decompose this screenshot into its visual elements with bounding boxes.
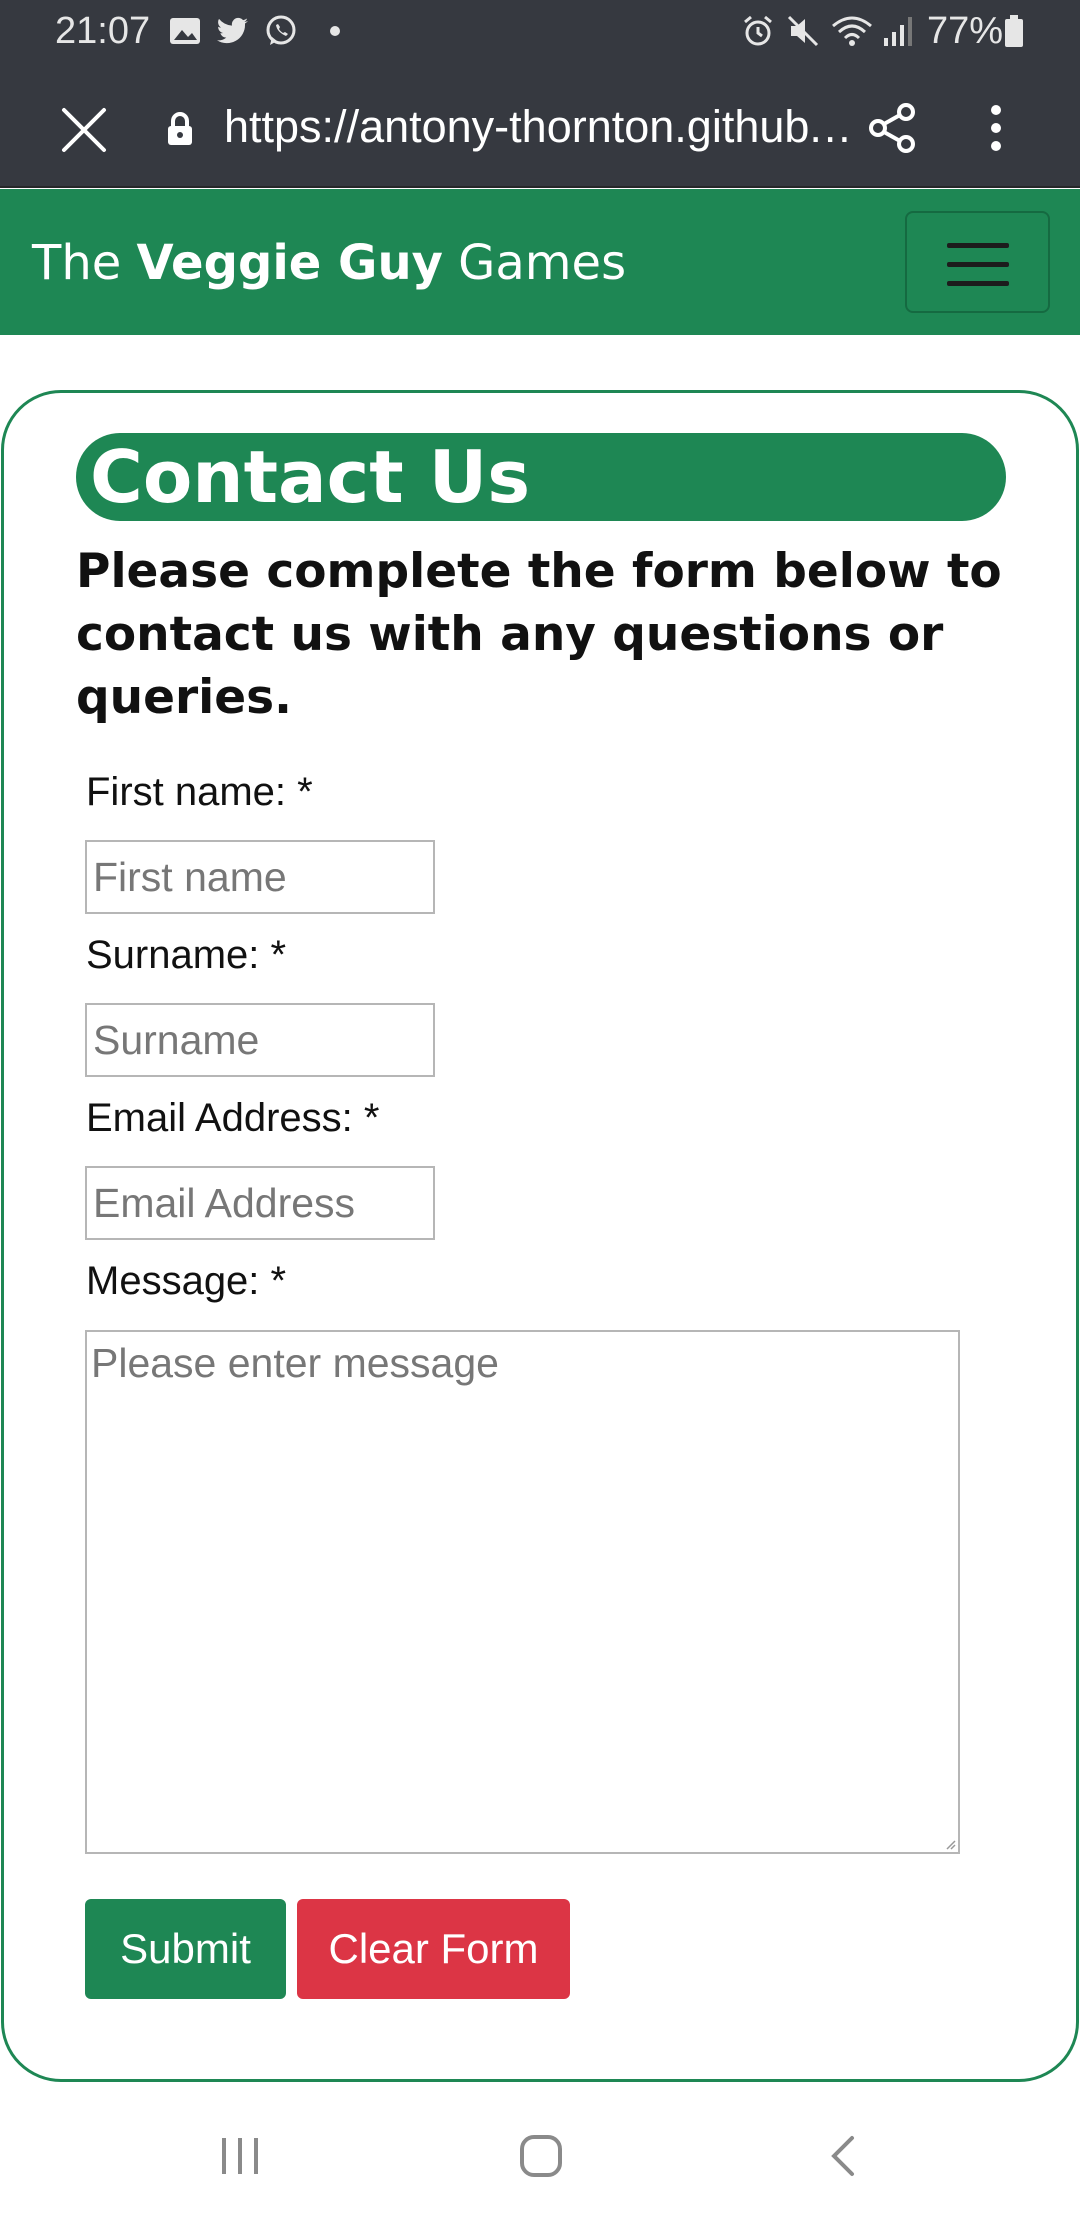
- signal-icon: [884, 17, 912, 46]
- url-field[interactable]: https://antony-thornton.github.…: [224, 101, 856, 153]
- brand-prefix: The: [32, 235, 137, 291]
- resize-handle-icon[interactable]: [944, 1838, 956, 1850]
- mute-icon: [787, 15, 819, 47]
- hamburger-line: [947, 262, 1009, 267]
- dot-icon: [330, 26, 340, 36]
- twitter-icon: [217, 17, 248, 44]
- surname-input[interactable]: Surname: [85, 1003, 435, 1077]
- close-icon[interactable]: [58, 104, 110, 156]
- site-brand[interactable]: The Veggie Guy Games: [32, 235, 626, 291]
- intro-text: Please complete the form below to contac…: [76, 544, 1002, 725]
- message-label: Message: *: [86, 1259, 287, 1303]
- status-bar: 21:07 77%: [0, 0, 1080, 64]
- alarm-icon: [744, 15, 772, 46]
- hamburger-line: [947, 281, 1009, 286]
- status-time: 21:07: [55, 10, 151, 52]
- message-placeholder: Please enter message: [91, 1340, 499, 1386]
- home-icon[interactable]: [518, 2133, 564, 2179]
- hamburger-menu-button[interactable]: [905, 211, 1050, 313]
- system-navigation-bar: [0, 2100, 1080, 2220]
- first-name-label: First name: *: [86, 770, 313, 814]
- recent-apps-icon[interactable]: [218, 2134, 262, 2178]
- brand-suffix: Games: [442, 235, 627, 291]
- back-icon[interactable]: [826, 2134, 860, 2178]
- share-icon[interactable]: [868, 102, 918, 154]
- hamburger-icon: [947, 243, 1009, 248]
- message-textarea[interactable]: Please enter message: [85, 1330, 960, 1854]
- brand-bold: Veggie Guy: [136, 235, 443, 291]
- battery-percent: 77%: [927, 10, 1004, 52]
- whatsapp-icon: [266, 15, 296, 45]
- surname-label: Surname: *: [86, 933, 287, 977]
- submit-button[interactable]: Submit: [85, 1899, 286, 1999]
- clear-form-button[interactable]: Clear Form: [297, 1899, 570, 1999]
- email-label: Email Address: *: [86, 1096, 380, 1140]
- page-title: Contact Us: [76, 433, 1006, 521]
- first-name-input[interactable]: First name: [85, 840, 435, 914]
- lock-icon: [168, 112, 192, 145]
- site-navbar: The Veggie Guy Games: [0, 189, 1080, 335]
- email-input[interactable]: Email Address: [85, 1166, 435, 1240]
- battery-icon: [1005, 15, 1023, 47]
- browser-toolbar: https://antony-thornton.github.…: [0, 64, 1080, 188]
- wifi-icon: [832, 16, 872, 46]
- gallery-icon: [170, 18, 200, 44]
- more-options-icon[interactable]: [984, 102, 1008, 154]
